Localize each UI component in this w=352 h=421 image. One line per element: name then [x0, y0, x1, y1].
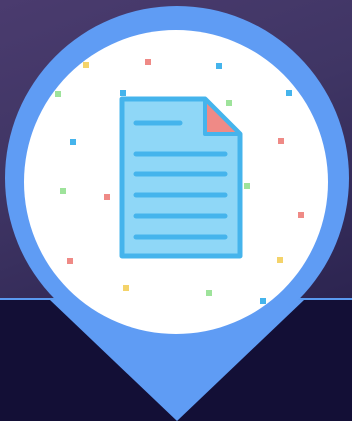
- map-pin-marker-icon: [5, 6, 349, 421]
- document-file-icon: [119, 96, 243, 259]
